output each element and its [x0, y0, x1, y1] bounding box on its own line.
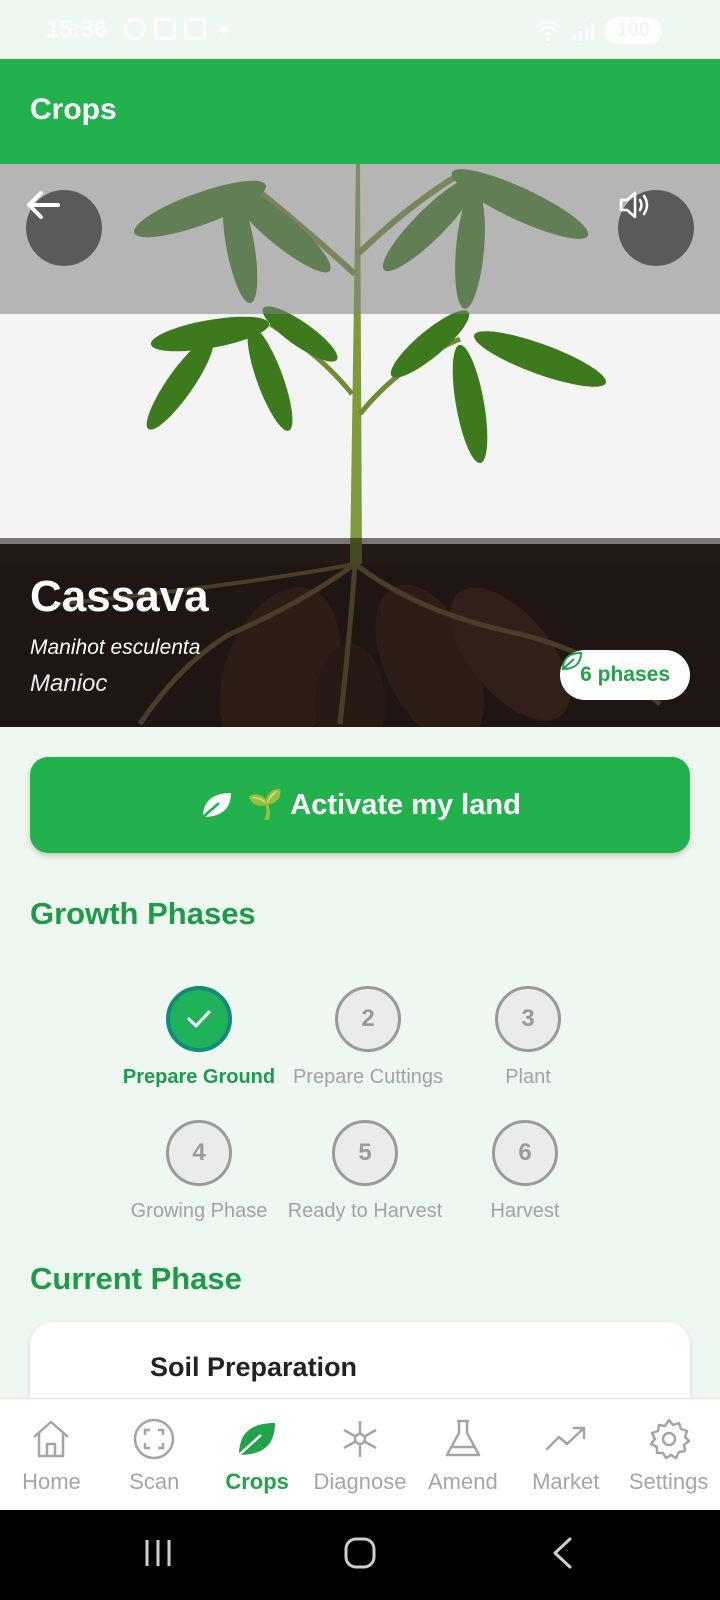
gear-icon: [649, 1418, 690, 1460]
phase-number: 4: [166, 1120, 232, 1186]
nav-label: Market: [532, 1469, 600, 1494]
arrow-left-icon: [27, 191, 60, 219]
phase-step-2[interactable]: 2 Prepare Cuttings: [283, 986, 453, 1089]
leaf-icon: [562, 651, 583, 671]
leaf-icon: [238, 1423, 276, 1456]
nav-label: Home: [22, 1469, 81, 1494]
read-aloud-button[interactable]: [618, 190, 694, 266]
activate-land-label: 🌱 Activate my land: [247, 789, 521, 821]
nav-label: Amend: [428, 1469, 498, 1494]
phases-count-label: 6 phases: [580, 663, 670, 686]
recent-apps-button[interactable]: [142, 1536, 174, 1570]
nav-item-diagnose[interactable]: Diagnose: [309, 1399, 412, 1510]
phase-label: Prepare Ground: [122, 1066, 276, 1088]
phase-step-6[interactable]: 6 Harvest: [440, 1120, 610, 1223]
back-nav-button[interactable]: [550, 1536, 574, 1570]
mail-icon: [184, 18, 206, 40]
phase-label: Prepare Cuttings: [292, 1066, 444, 1088]
page-title: Crops: [30, 93, 117, 126]
system-nav-bar: [0, 1510, 720, 1600]
app-bar: Crops: [0, 59, 720, 164]
phase-number: 3: [495, 986, 561, 1052]
phase-label: Growing Phase: [130, 1200, 268, 1222]
speaker-icon: [619, 191, 649, 219]
check-icon: [187, 1010, 211, 1028]
current-phase-card-title: Soil Preparation: [150, 1352, 358, 1382]
leaf-icon: [202, 793, 232, 818]
status-time: 15:36: [46, 16, 108, 43]
phases-count-badge: 6 phases: [560, 650, 690, 700]
status-bar: 15:36 100: [0, 0, 720, 59]
phase-step-4[interactable]: 4 Growing Phase: [114, 1120, 284, 1223]
crop-local-name: Manioc: [30, 670, 108, 697]
bottom-nav: Home Scan Crops Diagnose Amend Market Se…: [0, 1398, 720, 1510]
crop-hero: Cassava Manihot esculenta Manioc 6 phase…: [0, 164, 720, 727]
nav-label: Settings: [628, 1469, 709, 1494]
crop-scientific-name: Manihot esculenta: [30, 636, 201, 659]
current-phase-title: Current Phase: [30, 1261, 242, 1296]
phase-label: Plant: [505, 1066, 551, 1088]
phase-label: Harvest: [490, 1200, 560, 1222]
phase-step-1[interactable]: Prepare Ground: [114, 986, 284, 1089]
growth-phases-title: Growth Phases: [30, 896, 256, 931]
notification-icon: [124, 18, 146, 40]
nav-label: Crops: [225, 1469, 289, 1494]
activate-land-button[interactable]: 🌱 Activate my land: [30, 757, 690, 853]
nav-label: Scan: [129, 1469, 180, 1494]
more-notifications-dot: [220, 25, 228, 33]
wifi-icon: [534, 20, 561, 41]
phase-number: 6: [492, 1120, 558, 1186]
phase-number: 2: [335, 986, 401, 1052]
phase-step-3[interactable]: 3 Plant: [443, 986, 613, 1089]
crop-name: Cassava: [30, 572, 209, 621]
nav-item-scan[interactable]: Scan: [103, 1399, 206, 1510]
flask-icon: [445, 1419, 481, 1457]
phase-number: 5: [332, 1120, 398, 1186]
nav-item-home[interactable]: Home: [0, 1399, 103, 1510]
battery-indicator: 100: [604, 17, 662, 44]
snowflake-icon: [343, 1421, 377, 1457]
home-icon: [33, 1420, 70, 1458]
nav-label: Diagnose: [313, 1469, 407, 1494]
phase-completed-indicator: [166, 986, 232, 1052]
nav-item-settings[interactable]: Settings: [617, 1399, 720, 1510]
calendar-icon: [154, 18, 176, 40]
nav-item-market[interactable]: Market: [514, 1399, 617, 1510]
phase-label: Ready to Harvest: [287, 1200, 443, 1222]
scan-icon: [134, 1418, 175, 1460]
signal-icon: [572, 22, 594, 41]
nav-item-amend[interactable]: Amend: [411, 1399, 514, 1510]
nav-item-crops[interactable]: Crops: [206, 1399, 309, 1510]
trending-up-icon: [545, 1426, 585, 1451]
home-nav-button[interactable]: [343, 1536, 377, 1570]
phase-step-5[interactable]: 5 Ready to Harvest: [280, 1120, 450, 1223]
back-button[interactable]: [26, 190, 102, 266]
